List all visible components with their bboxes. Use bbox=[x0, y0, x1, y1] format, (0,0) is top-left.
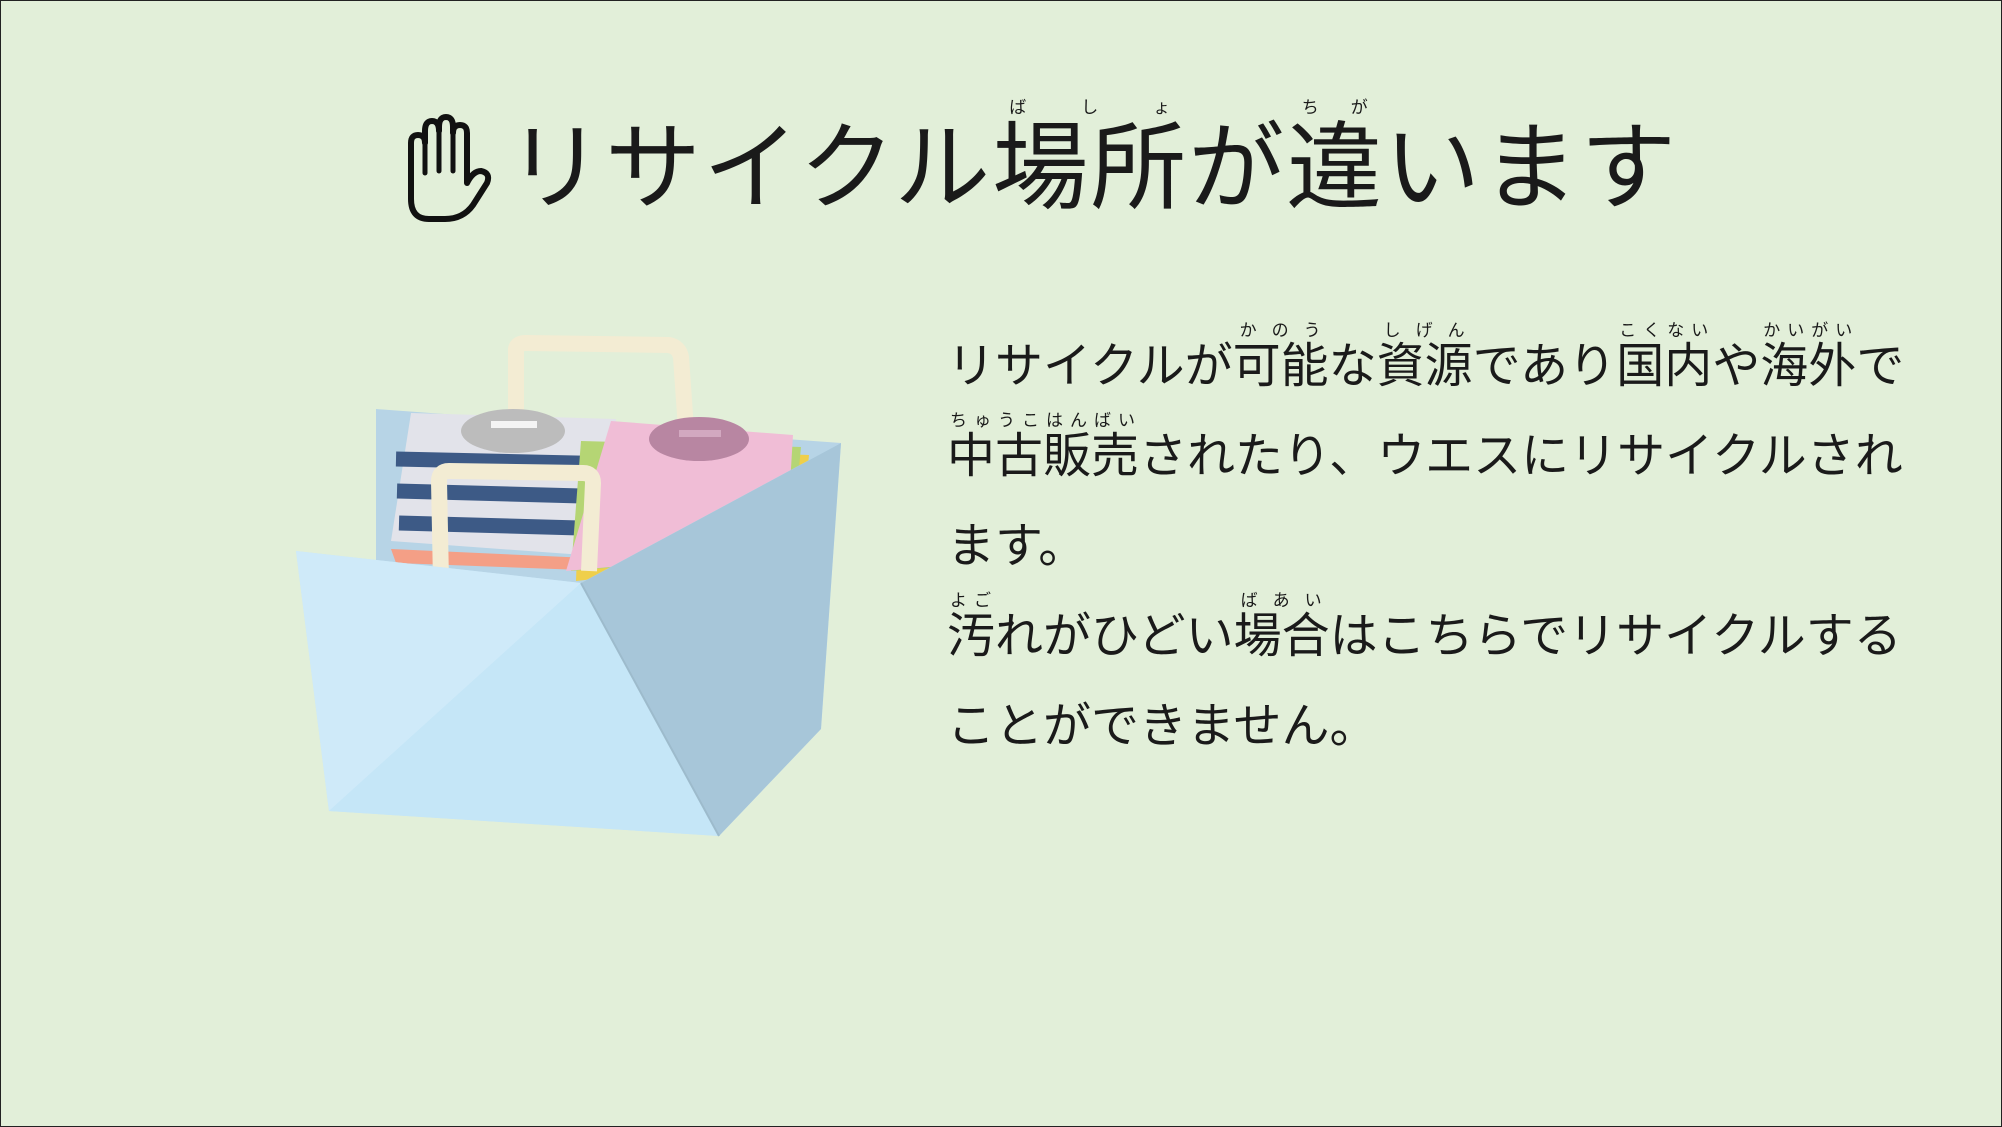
title-ruby-2: ちが bbox=[1286, 98, 1385, 118]
slide-title: リサイクル場所ばしょが違ちがいます bbox=[401, 79, 1678, 229]
title-ruby-1: ばしょ bbox=[992, 98, 1189, 118]
body-text: リサイクルが可能かのうな資源しげんであり国内こくないや海外かいがいで中古販売ちゅ… bbox=[947, 321, 1907, 771]
title-text: リサイクル場所ばしょが違ちがいます bbox=[507, 98, 1679, 224]
recycle-bag-illustration bbox=[296, 335, 841, 837]
paragraph-2: 汚よごれがひどい場合ばあいはこちらでリサイクルすることができません。 bbox=[947, 591, 1902, 754]
slide: リサイクル場所ばしょが違ちがいます リサイクルが可能かのうな資源しげんであり国内… bbox=[0, 0, 2002, 1127]
paragraph-1: リサイクルが可能かのうな資源しげんであり国内こくないや海外かいがいで中古販売ちゅ… bbox=[947, 321, 1905, 574]
hand-stop-icon bbox=[408, 114, 492, 222]
